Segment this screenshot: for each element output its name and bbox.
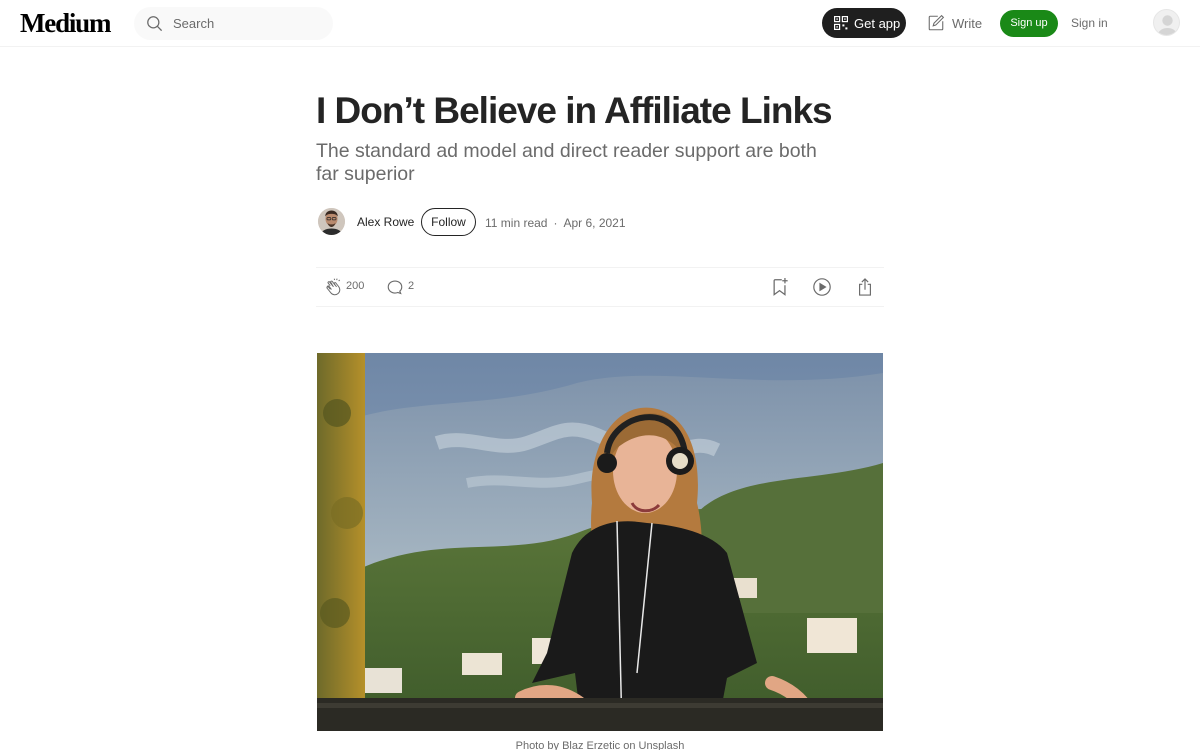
- article-meta: 11 min read · Apr 6, 2021: [485, 216, 626, 230]
- sign-up-button[interactable]: Sign up: [1000, 10, 1058, 37]
- response-count[interactable]: 2: [408, 280, 414, 292]
- image-caption: Photo by Blaz Erzetic on Unsplash: [515, 740, 685, 750]
- read-time: 11 min read: [485, 216, 548, 230]
- article-title: I Don’t Believe in Affiliate Links: [316, 90, 833, 131]
- article-subtitle: The standard ad model and direct reader …: [316, 140, 817, 185]
- user-avatar[interactable]: [1153, 9, 1180, 36]
- hero-photo: [317, 353, 883, 731]
- follow-button[interactable]: Follow: [421, 208, 476, 236]
- search-icon: [147, 16, 163, 32]
- author-name[interactable]: Alex Rowe: [357, 215, 414, 229]
- share-icon[interactable]: [856, 277, 874, 297]
- get-app-label: Get app: [854, 16, 901, 31]
- user-avatar-icon: [1157, 15, 1178, 35]
- search-input[interactable]: [173, 7, 323, 40]
- clap-icon[interactable]: [324, 278, 344, 298]
- get-app-button[interactable]: Get app: [822, 8, 906, 38]
- medium-logo[interactable]: Medium: [20, 8, 112, 39]
- bookmark-add-icon[interactable]: [771, 277, 789, 297]
- article-action-bar: 200 2: [316, 267, 884, 307]
- author-photo: [318, 208, 345, 235]
- sign-in-link[interactable]: Sign in: [1071, 16, 1108, 30]
- byline: Alex Rowe Follow 11 min read · Apr 6, 2021: [316, 207, 886, 237]
- play-icon[interactable]: [812, 277, 832, 297]
- qr-code-icon: [834, 16, 848, 30]
- search-box[interactable]: [134, 7, 333, 40]
- write-label: Write: [952, 16, 983, 31]
- clap-count[interactable]: 200: [346, 280, 364, 292]
- meta-separator: ·: [553, 216, 558, 230]
- article-hero-image: [317, 353, 883, 731]
- top-navigation-bar: Medium Get app Write Sign up Sign in: [0, 0, 1200, 47]
- author-avatar[interactable]: [318, 208, 345, 235]
- publish-date: Apr 6, 2021: [563, 216, 626, 230]
- write-icon: [928, 14, 945, 31]
- response-icon[interactable]: [386, 278, 404, 296]
